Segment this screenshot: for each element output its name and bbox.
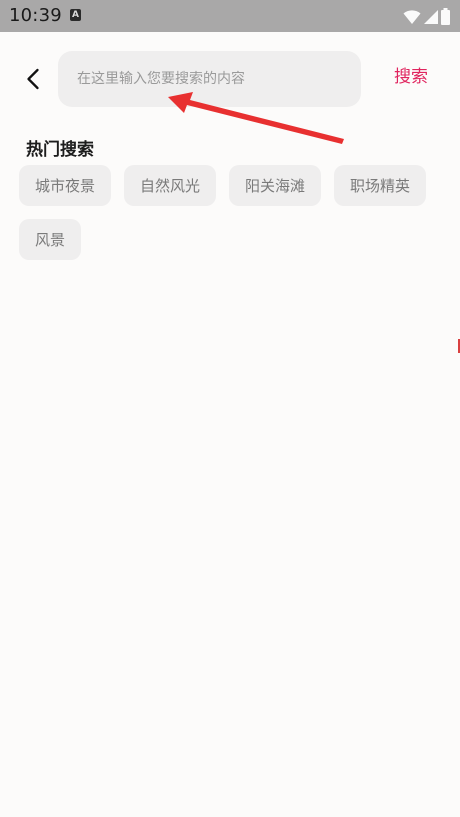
hot-search-chip[interactable]: 自然风光 [124, 165, 217, 206]
search-input[interactable] [58, 51, 361, 107]
back-button[interactable] [14, 60, 52, 98]
search-box [58, 51, 361, 107]
chevron-left-icon [27, 68, 39, 90]
hot-search-chip[interactable]: 职场精英 [334, 165, 427, 206]
hot-search-chip[interactable]: 阳关海滩 [229, 165, 322, 206]
notification-icon: A [70, 9, 81, 21]
hot-search-chip[interactable]: 风景 [19, 219, 82, 260]
hot-search-row-2: 风景 [19, 219, 439, 260]
hot-search-chip[interactable]: 城市夜景 [19, 165, 112, 206]
search-screen: 10:39 A 搜索 热门搜索 城市夜景 自然风 [0, 0, 460, 817]
battery-icon [441, 7, 450, 25]
search-button[interactable]: 搜索 [394, 62, 428, 87]
status-icons [403, 7, 450, 25]
status-bar: 10:39 A [0, 0, 460, 32]
cellular-signal-icon [424, 9, 438, 24]
hot-search-row-1: 城市夜景 自然风光 阳关海滩 职场精英 [19, 165, 439, 206]
status-time: 10:39 [9, 5, 62, 26]
hot-search-title: 热门搜索 [26, 140, 94, 160]
wifi-icon [403, 9, 421, 24]
